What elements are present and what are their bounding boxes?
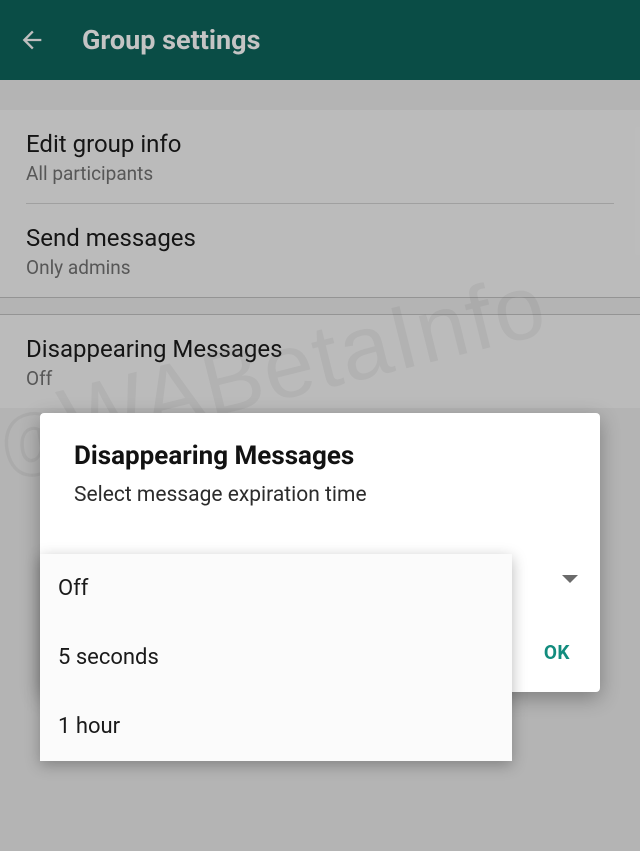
expiration-dropdown: Off 5 seconds 1 hour	[40, 554, 512, 761]
dropdown-option-1-hour[interactable]: 1 hour	[40, 692, 512, 761]
setting-send-messages[interactable]: Send messages Only admins	[0, 204, 640, 297]
dialog-subtitle: Select message expiration time	[40, 483, 600, 507]
dropdown-option-5-seconds[interactable]: 5 seconds	[40, 623, 512, 692]
settings-content: Edit group info All participants Send me…	[0, 80, 640, 408]
settings-group-main: Edit group info All participants Send me…	[0, 110, 640, 297]
setting-title: Send messages	[26, 224, 614, 252]
section-gap	[0, 297, 640, 315]
page-title: Group settings	[82, 24, 260, 56]
setting-subtitle: All participants	[26, 162, 614, 185]
setting-subtitle: Only admins	[26, 256, 614, 279]
back-arrow-icon[interactable]	[18, 26, 46, 54]
app-bar: Group settings	[0, 0, 640, 80]
setting-subtitle: Off	[26, 367, 614, 390]
chevron-down-icon	[562, 575, 578, 583]
setting-title: Edit group info	[26, 130, 614, 158]
dropdown-option-off[interactable]: Off	[40, 554, 512, 623]
setting-title: Disappearing Messages	[26, 335, 614, 363]
setting-disappearing-messages[interactable]: Disappearing Messages Off	[0, 315, 640, 408]
dialog-title: Disappearing Messages	[40, 441, 600, 471]
settings-group-disappearing: Disappearing Messages Off	[0, 315, 640, 408]
ok-button[interactable]: OK	[534, 633, 580, 672]
setting-edit-group-info[interactable]: Edit group info All participants	[0, 110, 640, 203]
